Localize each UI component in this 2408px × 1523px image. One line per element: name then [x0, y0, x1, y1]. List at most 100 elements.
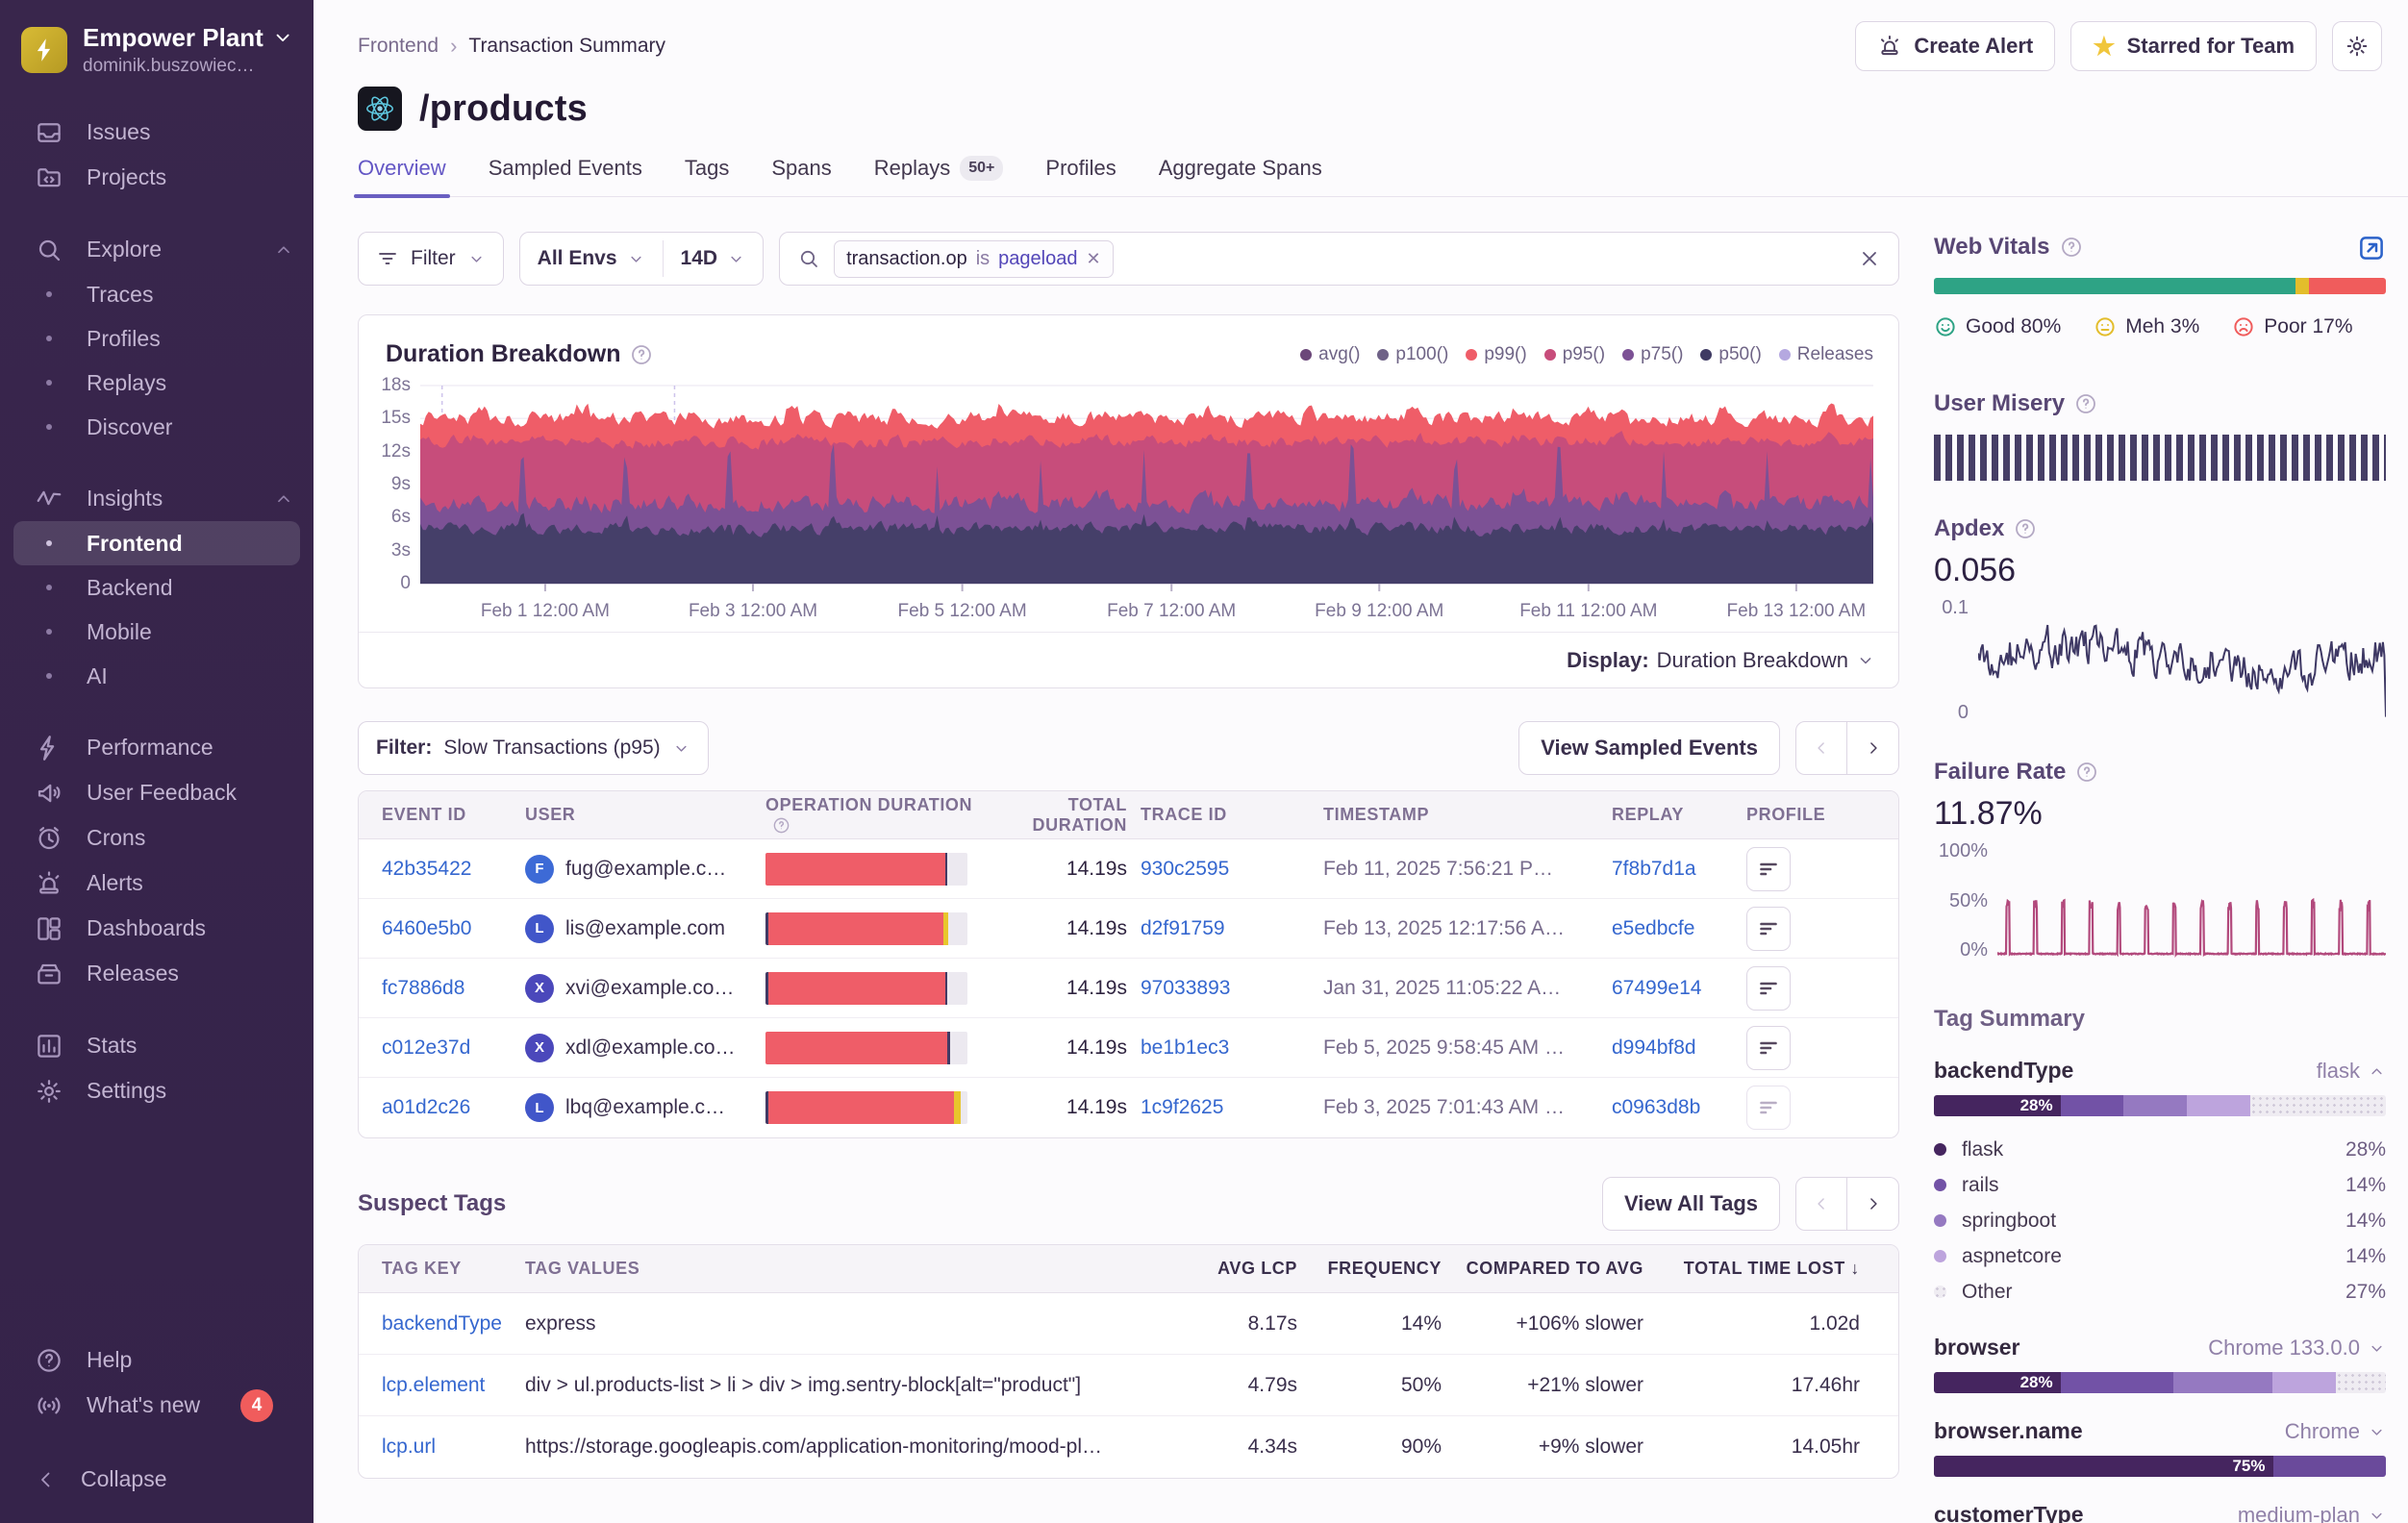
question-circle-icon[interactable] — [2060, 236, 2083, 259]
transactions-filter-dropdown[interactable]: Filter: Slow Transactions (p95) — [358, 721, 709, 775]
duration-area-chart[interactable] — [420, 386, 1873, 584]
event-id-link[interactable]: c012e37d — [382, 1036, 525, 1060]
column-header[interactable]: TRACE ID — [1141, 805, 1323, 825]
sidebar-item-backend[interactable]: Backend — [0, 565, 314, 610]
column-header[interactable]: TAG KEY — [382, 1259, 525, 1279]
display-value[interactable]: Duration Breakdown — [1657, 648, 1848, 673]
column-header[interactable]: OPERATION DURATION — [765, 795, 996, 836]
tag-distribution-bar[interactable]: 75% — [1934, 1456, 2386, 1477]
tab-aggregate-spans[interactable]: Aggregate Spans — [1159, 156, 1322, 196]
sidebar-item-stats[interactable]: Stats — [0, 1023, 314, 1068]
sidebar-footer-collapse[interactable]: Collapse — [0, 1457, 314, 1502]
operation-duration-bar[interactable] — [765, 853, 967, 886]
sidebar-footer-help[interactable]: Help — [0, 1337, 314, 1383]
column-header[interactable]: PROFILE — [1746, 805, 1875, 825]
column-header[interactable]: TOTAL TIME LOST ↓ — [1643, 1259, 1860, 1279]
token-remove-icon[interactable]: ✕ — [1086, 249, 1100, 269]
replay-id-link[interactable]: 7f8b7d1a — [1612, 858, 1746, 881]
legend-item[interactable]: p95() — [1544, 344, 1605, 365]
sidebar-item-settings[interactable]: Settings — [0, 1068, 314, 1113]
sidebar-item-frontend[interactable]: Frontend — [13, 521, 300, 565]
breadcrumb-item[interactable]: Frontend — [358, 35, 439, 58]
filter-dropdown[interactable]: Filter — [358, 232, 504, 286]
profile-button[interactable] — [1746, 1086, 1791, 1130]
event-id-link[interactable]: 42b35422 — [382, 858, 525, 881]
column-header[interactable]: TOTAL DURATION — [996, 795, 1141, 836]
profile-button[interactable] — [1746, 966, 1791, 1011]
replay-id-link[interactable]: c0963d8b — [1612, 1096, 1746, 1119]
sidebar-item-alerts[interactable]: Alerts — [0, 861, 314, 906]
legend-item[interactable]: p50() — [1700, 344, 1761, 365]
operation-duration-bar[interactable] — [765, 1091, 967, 1124]
date-range-selector[interactable]: 14D — [664, 233, 764, 285]
external-link-icon[interactable] — [2357, 234, 2386, 262]
legend-item[interactable]: Releases — [1779, 344, 1873, 365]
tab-replays[interactable]: Replays50+ — [874, 156, 1004, 196]
sidebar-item-replays[interactable]: Replays — [0, 361, 314, 405]
trace-id-link[interactable]: d2f91759 — [1141, 917, 1323, 940]
tag-legend-row[interactable]: Other27% — [1934, 1274, 2386, 1310]
event-id-link[interactable]: 6460e5b0 — [382, 917, 525, 940]
tag-selected-value-dropdown[interactable]: Chrome — [2285, 1419, 2386, 1444]
column-header[interactable]: COMPARED TO AVG — [1442, 1259, 1643, 1279]
search-input[interactable]: transaction.op is pageload ✕ — [779, 232, 1899, 286]
sidebar-item-ai[interactable]: AI — [0, 654, 314, 698]
org-switcher[interactable]: Empower Plant dominik.buszowiec… — [0, 0, 314, 77]
sidebar-section-insights[interactable]: Insights — [0, 476, 314, 521]
sidebar-item-releases[interactable]: Releases — [0, 951, 314, 996]
profile-button[interactable] — [1746, 847, 1791, 891]
event-id-link[interactable]: fc7886d8 — [382, 977, 525, 1000]
sidebar-item-traces[interactable]: Traces — [0, 272, 314, 316]
view-sampled-events-button[interactable]: View Sampled Events — [1518, 721, 1780, 775]
question-circle-icon[interactable] — [2074, 392, 2097, 415]
sidebar-item-dashboards[interactable]: Dashboards — [0, 906, 314, 951]
sidebar-item-crons[interactable]: Crons — [0, 815, 314, 861]
tag-legend-row[interactable]: flask28% — [1934, 1132, 2386, 1167]
tag-key-link[interactable]: backendType — [382, 1312, 525, 1336]
tab-tags[interactable]: Tags — [685, 156, 729, 196]
next-page-button[interactable] — [1847, 721, 1899, 775]
tab-spans[interactable]: Spans — [771, 156, 831, 196]
operation-duration-bar[interactable] — [765, 972, 967, 1005]
trace-id-link[interactable]: 97033893 — [1141, 977, 1323, 1000]
question-circle-icon[interactable] — [630, 343, 653, 366]
tag-legend-row[interactable]: aspnetcore14% — [1934, 1238, 2386, 1274]
profile-button[interactable] — [1746, 907, 1791, 951]
sidebar-footer-what-s-new[interactable]: What's new4 — [0, 1383, 314, 1428]
sidebar-item-performance[interactable]: Performance — [0, 725, 314, 770]
replay-id-link[interactable]: 67499e14 — [1612, 977, 1746, 1000]
column-header[interactable]: FREQUENCY — [1297, 1259, 1442, 1279]
legend-item[interactable]: avg() — [1300, 344, 1360, 365]
trace-id-link[interactable]: 930c2595 — [1141, 858, 1323, 881]
column-header[interactable]: AVG LCP — [1134, 1259, 1297, 1279]
column-header[interactable]: TIMESTAMP — [1323, 805, 1612, 825]
column-header[interactable]: TAG VALUES — [525, 1259, 1134, 1279]
tag-selected-value-dropdown[interactable]: Chrome 133.0.0 — [2208, 1336, 2386, 1361]
tag-legend-row[interactable]: springboot14% — [1934, 1203, 2386, 1238]
tag-distribution-bar[interactable]: 28% — [1934, 1372, 2386, 1393]
tag-selected-value-dropdown[interactable]: medium-plan — [2238, 1503, 2386, 1523]
operation-duration-bar[interactable] — [765, 1032, 967, 1064]
view-all-tags-button[interactable]: View All Tags — [1602, 1177, 1780, 1231]
replay-id-link[interactable]: d994bf8d — [1612, 1036, 1746, 1060]
trace-id-link[interactable]: be1b1ec3 — [1141, 1036, 1323, 1060]
question-circle-icon[interactable] — [2075, 761, 2098, 784]
column-header[interactable]: REPLAY — [1612, 805, 1746, 825]
sidebar-item-discover[interactable]: Discover — [0, 405, 314, 449]
operation-duration-bar[interactable] — [765, 912, 967, 945]
sidebar-item-projects[interactable]: Projects — [0, 155, 314, 200]
previous-page-button[interactable] — [1795, 1177, 1847, 1231]
tab-overview[interactable]: Overview — [358, 156, 446, 196]
column-header[interactable]: EVENT ID — [382, 805, 525, 825]
tag-key-link[interactable]: lcp.url — [382, 1436, 525, 1459]
question-circle-icon[interactable] — [772, 816, 790, 835]
event-id-link[interactable]: a01d2c26 — [382, 1096, 525, 1119]
question-circle-icon[interactable] — [2014, 517, 2037, 540]
column-header[interactable]: USER — [525, 805, 765, 825]
tag-selected-value-dropdown[interactable]: flask — [2317, 1059, 2386, 1084]
environment-selector[interactable]: All Envs — [520, 233, 663, 285]
tag-key-link[interactable]: lcp.element — [382, 1374, 525, 1397]
trace-id-link[interactable]: 1c9f2625 — [1141, 1096, 1323, 1119]
legend-item[interactable]: p99() — [1466, 344, 1526, 365]
tag-distribution-bar[interactable]: 28% — [1934, 1095, 2386, 1116]
